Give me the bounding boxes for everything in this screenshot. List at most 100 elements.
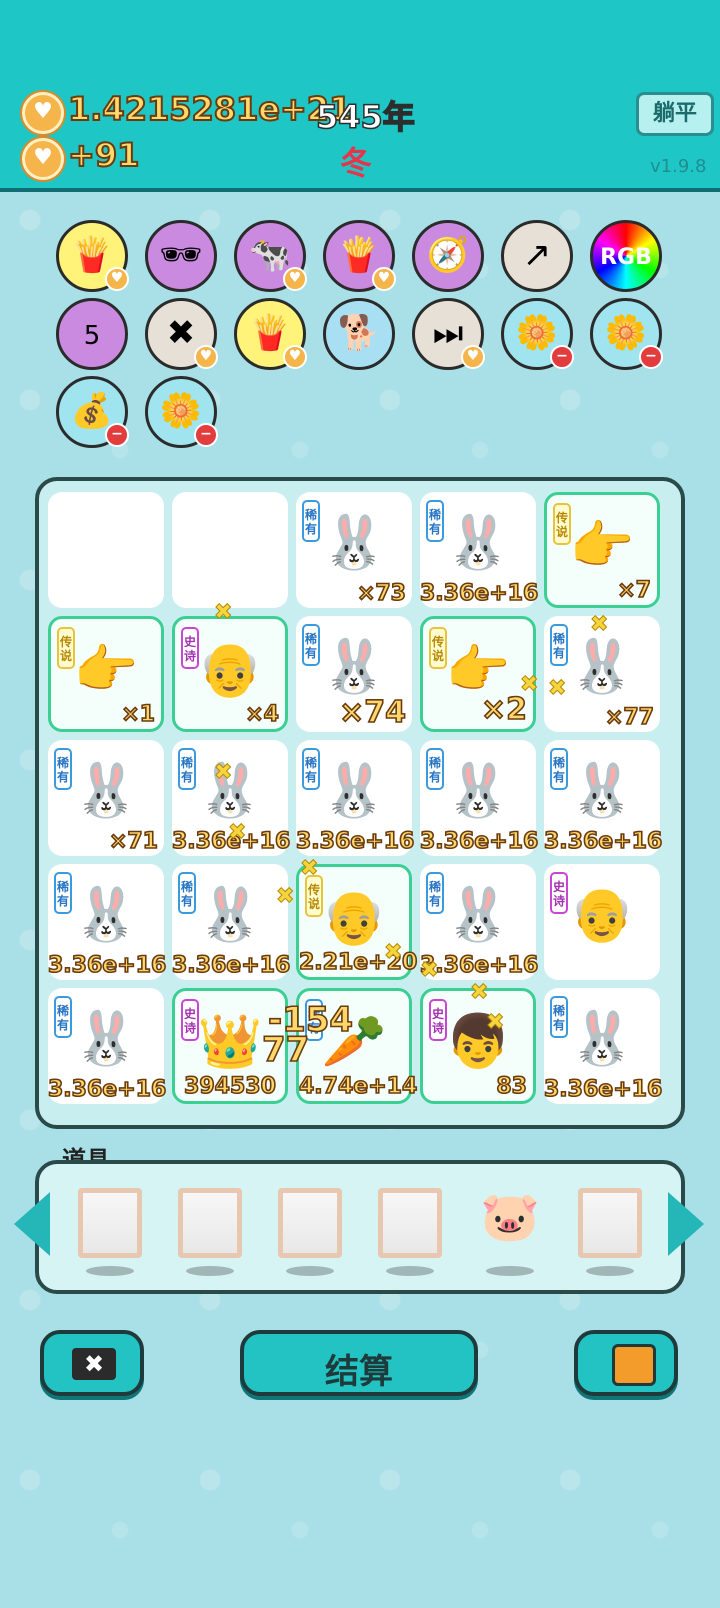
board-cell[interactable]: 传说 👉 ×2	[420, 616, 536, 732]
melon-sunglasses-icon: 🕶	[159, 235, 203, 275]
props-prev-arrow[interactable]	[14, 1192, 50, 1256]
props-next-arrow[interactable]	[668, 1192, 704, 1256]
slot-shadow	[486, 1266, 534, 1276]
buff-slot[interactable]: 💰 −	[56, 376, 129, 448]
board-cell[interactable]: 稀有 🐰 3.36e+16	[295, 740, 415, 856]
sparkle-icon: ✖	[485, 1010, 505, 1036]
rabbit-icon: 🐰	[73, 1009, 139, 1069]
board-cell[interactable]: 稀有 🐰 3.36e+16	[543, 740, 663, 856]
old-man-icon: 👴	[197, 640, 263, 700]
heart-badge-icon: ♥	[194, 345, 218, 369]
buff-slot[interactable]: ✖ ♥	[145, 298, 218, 370]
year-label: 545年	[315, 97, 415, 137]
buff-slot[interactable]: 🌼 −	[145, 376, 218, 448]
remove-badge-icon: −	[550, 345, 574, 369]
prop-slot[interactable]	[178, 1188, 242, 1258]
board-cell[interactable]: 传说 👉 ×7	[544, 492, 660, 608]
buff-slot[interactable]: 🍟 ♥	[234, 298, 307, 370]
cell-count: ×71	[108, 828, 159, 855]
compass-icon: 🧭	[426, 235, 470, 275]
cell-count: 3.36e+16	[543, 828, 663, 855]
buff-slot[interactable]: 🐕	[323, 298, 395, 370]
buff-slot[interactable]: 🍟 ♥	[323, 220, 396, 292]
prop-slot[interactable]	[78, 1188, 142, 1258]
briefcase-icon	[612, 1344, 656, 1386]
delete-tag-icon: ✖	[72, 1348, 116, 1380]
cell-count: ×7	[616, 577, 651, 604]
cell-count: 3.36e+16	[295, 828, 415, 855]
cell-count: 394530	[183, 1073, 276, 1100]
buff-slot[interactable]: ↗	[501, 220, 573, 292]
board-cell[interactable]: 稀有 🐰 ×74	[296, 616, 412, 732]
cell-count: ×77	[604, 704, 655, 731]
cell-count: 3.36e+16	[47, 1076, 167, 1103]
old-man-icon: 👴	[321, 888, 387, 948]
board-cell[interactable]: 稀有 🐰 3.36e+16	[47, 988, 167, 1104]
remove-badge-icon: −	[639, 345, 663, 369]
board-cell[interactable]: 史诗 👦 83	[420, 988, 536, 1104]
buff-slot[interactable]: 5	[56, 298, 128, 370]
buff-slot[interactable]: 🐄 ♥	[234, 220, 307, 292]
sparkle-icon: ✖	[275, 884, 295, 910]
buff-slot[interactable]: ⏭ ♥	[412, 298, 485, 370]
cell-count: 3.36e+16	[419, 828, 539, 855]
buff-slot[interactable]: 🌼 −	[501, 298, 574, 370]
prop-slot[interactable]	[378, 1188, 442, 1258]
coin-total: 1.4215281e+21	[67, 89, 352, 129]
prop-slot[interactable]	[278, 1188, 342, 1258]
rabbit-icon: 🐰	[445, 761, 511, 821]
sparkle-icon: ✖	[213, 600, 233, 626]
cell-count: 3.36e+16	[419, 580, 539, 607]
old-man-icon: 👴	[569, 885, 635, 945]
board-cell[interactable]: 稀有 🐰 ×71	[48, 740, 164, 856]
buff-slot[interactable]: 🕶	[145, 220, 217, 292]
cell-count: ×74	[338, 694, 406, 731]
cell-count: ×2	[480, 691, 528, 728]
sparkle-icon: ✖	[227, 820, 247, 846]
board-cell[interactable]: 稀有 🐰 3.36e+16	[47, 864, 167, 980]
boy-icon: 👦	[445, 1012, 511, 1072]
rgb-icon: RGB	[600, 245, 652, 270]
board-cell[interactable]: 稀有 🐰 3.36e+16	[419, 740, 539, 856]
settle-button[interactable]: 结算	[240, 1330, 478, 1396]
rabbit-icon: 🐰	[445, 885, 511, 945]
prop-slot[interactable]	[578, 1188, 642, 1258]
rabbit-icon: 🐰	[321, 761, 387, 821]
lie-ping-button[interactable]: 躺平	[636, 92, 714, 136]
buff-slot[interactable]: 🌼 −	[590, 298, 663, 370]
cell-count: ×4	[244, 701, 279, 728]
board-cell[interactable]	[48, 492, 164, 608]
heart-badge-icon: ♥	[283, 267, 307, 291]
slot-shadow	[86, 1266, 134, 1276]
cell-count: 3.36e+16	[47, 952, 167, 979]
slot-shadow	[586, 1266, 634, 1276]
buff-slot[interactable]: 🍟 ♥	[56, 220, 129, 292]
coin-icon	[22, 92, 64, 134]
rabbit-icon: 🐰	[445, 513, 511, 573]
board-cell[interactable]: 稀有 🐰 3.36e+16	[419, 492, 539, 608]
piggy-bank-icon[interactable]: 🐷	[478, 1188, 542, 1258]
rabbit-icon: 🐰	[73, 761, 139, 821]
heart-badge-icon: ♥	[283, 345, 307, 369]
board-cell[interactable]: 稀有 🐰 ×73	[296, 492, 412, 608]
board-cell[interactable]: 史诗 👴	[544, 864, 660, 980]
slot-shadow	[186, 1266, 234, 1276]
board-cell[interactable]: 稀有 🐰 3.36e+16	[171, 864, 291, 980]
discard-button[interactable]: ✖	[40, 1330, 144, 1396]
coin-income-icon	[22, 138, 64, 180]
board-cell[interactable]: 史诗 👴 ×4	[172, 616, 288, 732]
version-label: v1.9.8	[650, 156, 707, 177]
inventory-button[interactable]	[574, 1330, 678, 1396]
sparkle-icon: ✖	[589, 612, 609, 638]
board-cell[interactable]	[172, 492, 288, 608]
buff-slot[interactable]: RGB	[590, 220, 662, 292]
calendar-icon: 5	[83, 321, 101, 351]
pointing-hand-icon: 👉	[569, 516, 635, 576]
sparkle-icon: ✖	[213, 760, 233, 786]
chart-arrow-icon: ↗	[522, 235, 552, 275]
heart-badge-icon: ♥	[461, 345, 485, 369]
board-cell[interactable]: 传说 👉 ×1	[48, 616, 164, 732]
buff-slot[interactable]: 🧭	[412, 220, 484, 292]
board-cell[interactable]: 稀有 🐰 3.36e+16	[543, 988, 663, 1104]
sparkle-icon: ✖	[547, 676, 567, 702]
